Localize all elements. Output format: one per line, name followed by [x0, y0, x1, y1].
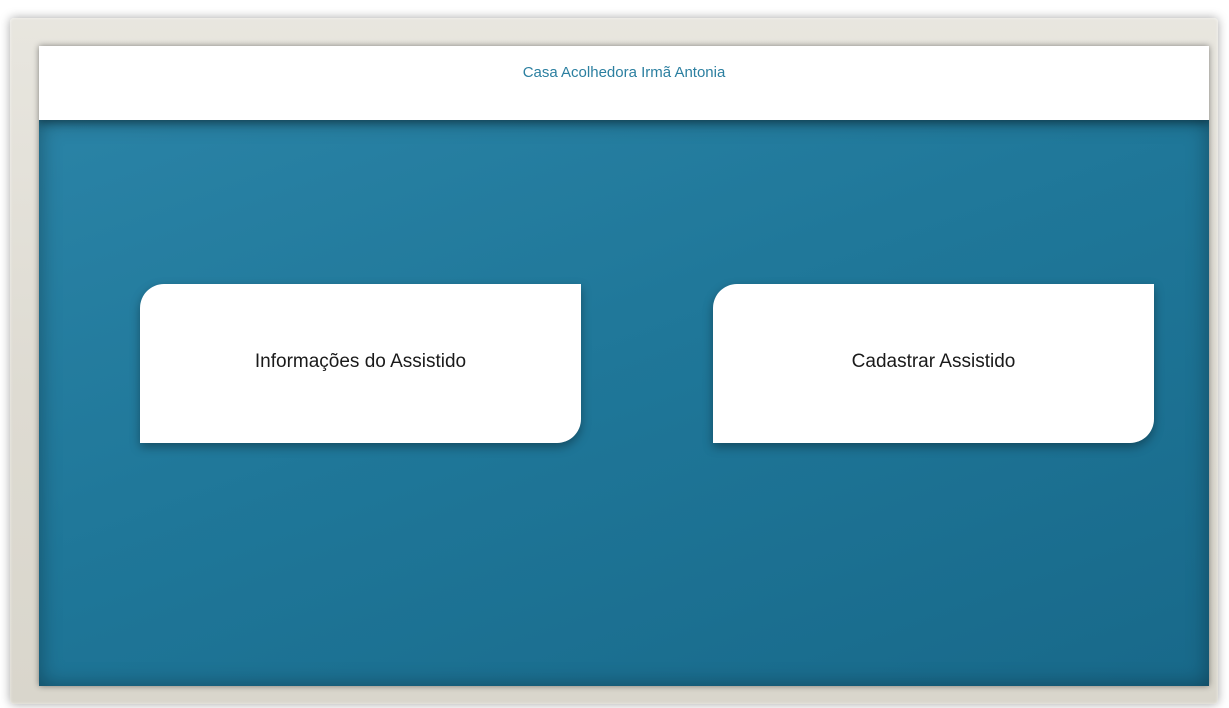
app-title: Casa Acolhedora Irmã Antonia: [522, 64, 726, 81]
register-student-label: Cadastrar Assistido: [851, 350, 1016, 372]
app-header: Casa Acolhedora Irmã Antonia: [39, 46, 1209, 120]
register-student-button[interactable]: Cadastrar Assistido: [713, 284, 1154, 443]
student-info-label: Informações do Assistido: [254, 350, 467, 372]
screenshot-frame: Casa Acolhedora Irmã Antonia Informações…: [0, 0, 1229, 708]
student-info-button[interactable]: Informações do Assistido: [140, 284, 581, 443]
